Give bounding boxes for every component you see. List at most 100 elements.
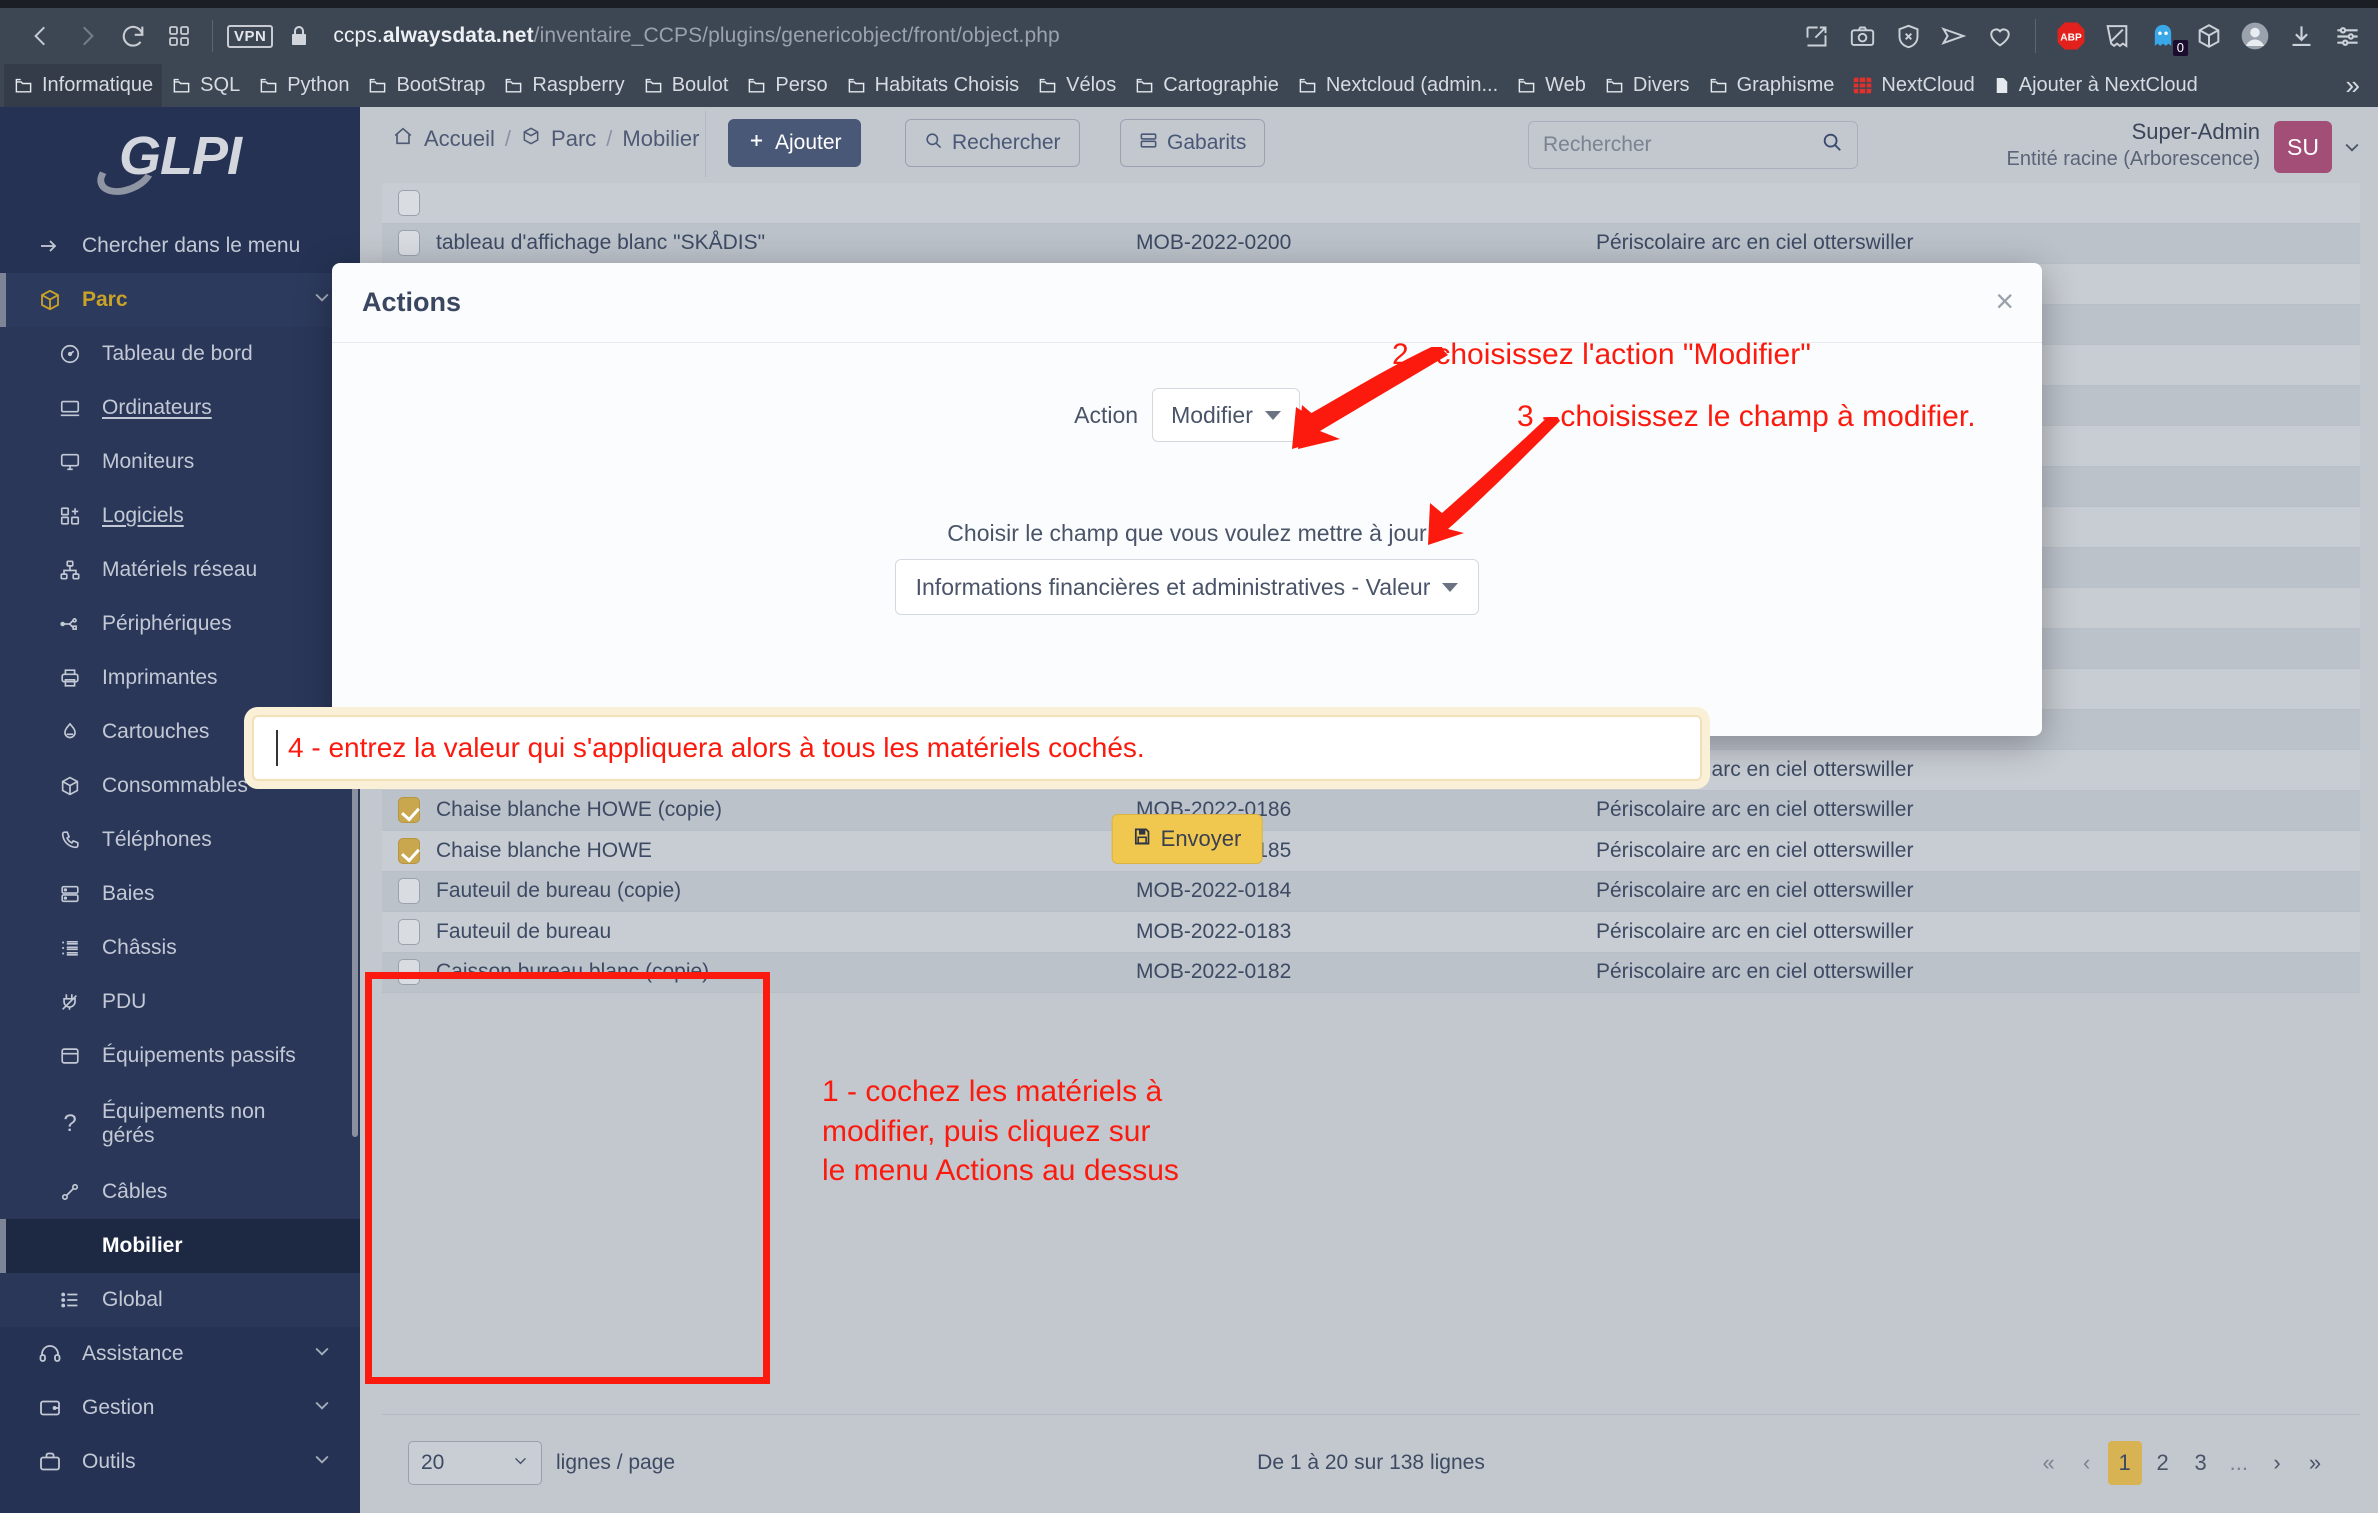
bookmark-perso[interactable]: Perso — [737, 64, 836, 107]
submit-button[interactable]: Envoyer — [1111, 814, 1263, 864]
avatar[interactable]: SU — [2274, 121, 2332, 173]
profile-avatar-icon[interactable] — [2232, 13, 2278, 59]
menu-settings-icon[interactable] — [2324, 13, 2370, 59]
sidebar-item-global[interactable]: Global — [0, 1273, 360, 1327]
cube-icon[interactable] — [2186, 13, 2232, 59]
row-checkbox[interactable] — [398, 878, 420, 905]
noscript-icon[interactable] — [2094, 13, 2140, 59]
bookmark-boulot[interactable]: Boulot — [634, 64, 738, 107]
send-paper-plane-icon[interactable] — [1931, 13, 1977, 59]
glpi-logo[interactable]: GLPI — [0, 125, 360, 203]
sidebar-search-menu[interactable]: Chercher dans le menu — [0, 219, 360, 273]
row-checkbox[interactable] — [398, 230, 420, 257]
page-prev[interactable]: ‹ — [2070, 1441, 2104, 1485]
sidebar-item-chassis[interactable]: Châssis — [0, 921, 360, 975]
sidebar-item-outils[interactable]: Outils — [0, 1435, 360, 1489]
page-next[interactable]: › — [2260, 1441, 2294, 1485]
row-name[interactable]: tableau d'affichage blanc "SKÅDIS" — [436, 231, 1136, 255]
reload-icon[interactable] — [110, 13, 156, 59]
row-checkbox-cell[interactable] — [382, 189, 436, 216]
bookmark-graphisme[interactable]: Graphisme — [1699, 64, 1844, 107]
search-button[interactable]: Rechercher — [905, 119, 1080, 167]
bookmark-divers[interactable]: Divers — [1595, 64, 1699, 107]
row-checkbox[interactable] — [398, 189, 420, 216]
add-button[interactable]: Ajouter — [728, 119, 861, 167]
screenshot-camera-icon[interactable] — [1839, 13, 1885, 59]
home-icon[interactable] — [392, 125, 414, 153]
table-row[interactable]: tableau d'affichage blanc "SKÅDIS" MOB-20… — [382, 223, 2360, 264]
breadcrumb-mobilier[interactable]: Mobilier — [622, 126, 699, 152]
lock-icon[interactable] — [287, 23, 311, 49]
sidebar-item-moniteurs[interactable]: Moniteurs — [0, 435, 360, 489]
row-checkbox-cell[interactable] — [382, 878, 436, 905]
row-name[interactable]: Fauteuil de bureau (copie) — [436, 879, 1136, 903]
page-last[interactable]: » — [2298, 1441, 2332, 1485]
bookmark-nextcloud-admin[interactable]: Nextcloud (admin... — [1288, 64, 1507, 107]
search-input[interactable]: Rechercher — [1528, 121, 1858, 169]
breadcrumb-parc[interactable]: Parc — [551, 126, 596, 152]
bookmark-bootstrap[interactable]: BootStrap — [358, 64, 494, 107]
table-row[interactable]: Fauteuil de bureau (copie) MOB-2022-0184 P… — [382, 871, 2360, 912]
url-bar[interactable]: ccps.alwaysdata.net/inventaire_CCPS/plug… — [333, 24, 1059, 48]
row-checkbox-checked[interactable] — [398, 837, 420, 864]
table-row[interactable]: Fauteuil de bureau MOB-2022-0183 Périscola… — [382, 912, 2360, 953]
value-input[interactable]: 4 - entrez la valeur qui s'appliquera al… — [252, 715, 1702, 781]
bookmark-cartographie[interactable]: Cartographie — [1125, 64, 1288, 107]
downloads-icon[interactable] — [2278, 13, 2324, 59]
adblock-plus-icon[interactable]: ABP — [2048, 13, 2094, 59]
shield-x-icon[interactable] — [1885, 13, 1931, 59]
sidebar-group-parc[interactable]: Parc — [0, 273, 360, 327]
row-checkbox-checked[interactable] — [398, 797, 420, 824]
table-row[interactable]: Chaise blanche HOWE (copie) MOB-2022-0186… — [382, 790, 2360, 831]
rows-per-page-select[interactable]: 20 — [408, 1440, 542, 1485]
bookmark-habitats-choisis[interactable]: Habitats Choisis — [837, 64, 1029, 107]
sidebar-item-logiciels[interactable]: Logiciels — [0, 489, 360, 543]
row-checkbox-cell[interactable] — [382, 918, 436, 945]
bookmark-ajouter-nextcloud[interactable]: Ajouter à NextCloud — [1984, 64, 2207, 107]
row-checkbox[interactable] — [398, 918, 420, 945]
bookmark-sql[interactable]: SQL — [162, 64, 249, 107]
sidebar-item-cables[interactable]: Câbles — [0, 1165, 360, 1219]
row-checkbox-cell[interactable] — [382, 797, 436, 824]
page-1[interactable]: 1 — [2107, 1440, 2142, 1485]
templates-button[interactable]: Gabarits — [1120, 119, 1266, 167]
sidebar-item-ordinateurs[interactable]: Ordinateurs — [0, 381, 360, 435]
page-3[interactable]: 3 — [2184, 1441, 2218, 1485]
grid-apps-icon[interactable] — [156, 13, 202, 59]
vpn-badge[interactable]: VPN — [227, 24, 274, 48]
table-row[interactable]: Chaise blanche HOWEMOB-2022-0185Périscol… — [382, 831, 2360, 872]
breadcrumb-accueil[interactable]: Accueil — [424, 126, 495, 152]
bookmarks-overflow-icon[interactable]: » — [2346, 64, 2360, 107]
sidebar-item-peripheriques[interactable]: Périphériques — [0, 597, 360, 651]
bookmark-web[interactable]: Web — [1507, 64, 1595, 107]
chevron-down-icon[interactable] — [2342, 137, 2362, 162]
heart-icon[interactable] — [1977, 13, 2023, 59]
bookmark-nextcloud[interactable]: NextCloud — [1843, 64, 1983, 107]
user-info[interactable]: Super-Admin Entité racine (Arborescence) — [2007, 119, 2260, 171]
bookmark-raspberry[interactable]: Raspberry — [494, 64, 633, 107]
page-first[interactable]: « — [2032, 1441, 2066, 1485]
bookmark-v-los[interactable]: Vélos — [1028, 64, 1125, 107]
ghostery-icon[interactable]: 0 — [2140, 13, 2188, 59]
sidebar-item-equipements-passifs[interactable]: Équipements passifs — [0, 1029, 360, 1083]
bookmark-informatique[interactable]: Informatique — [4, 64, 163, 107]
sidebar-item-assistance[interactable]: Assistance — [0, 1327, 360, 1381]
row-checkbox-cell[interactable] — [382, 230, 436, 257]
table-row[interactable] — [382, 183, 2360, 224]
close-icon[interactable]: × — [1995, 285, 2014, 317]
sidebar-item-mobilier[interactable]: Mobilier — [0, 1219, 360, 1273]
sidebar-item-baies[interactable]: Baies — [0, 867, 360, 921]
forward-icon[interactable] — [64, 13, 110, 59]
row-name[interactable]: Chaise blanche HOWE (copie) — [436, 798, 1136, 822]
back-icon[interactable] — [18, 13, 64, 59]
sidebar-item-imprimantes[interactable]: Imprimantes — [0, 651, 360, 705]
sidebar-item-materiels-reseau[interactable]: Matériels réseau — [0, 543, 360, 597]
sidebar-item-telephones[interactable]: Téléphones — [0, 813, 360, 867]
pin-page-icon[interactable] — [1793, 13, 1839, 59]
sidebar-item-gestion[interactable]: Gestion — [0, 1381, 360, 1435]
row-name[interactable]: Fauteuil de bureau — [436, 920, 1136, 944]
bookmark-python[interactable]: Python — [249, 64, 358, 107]
field-select[interactable]: Informations financières et administrati… — [894, 559, 1480, 615]
sidebar-item-pdu[interactable]: PDU — [0, 975, 360, 1029]
page-2[interactable]: 2 — [2146, 1441, 2180, 1485]
